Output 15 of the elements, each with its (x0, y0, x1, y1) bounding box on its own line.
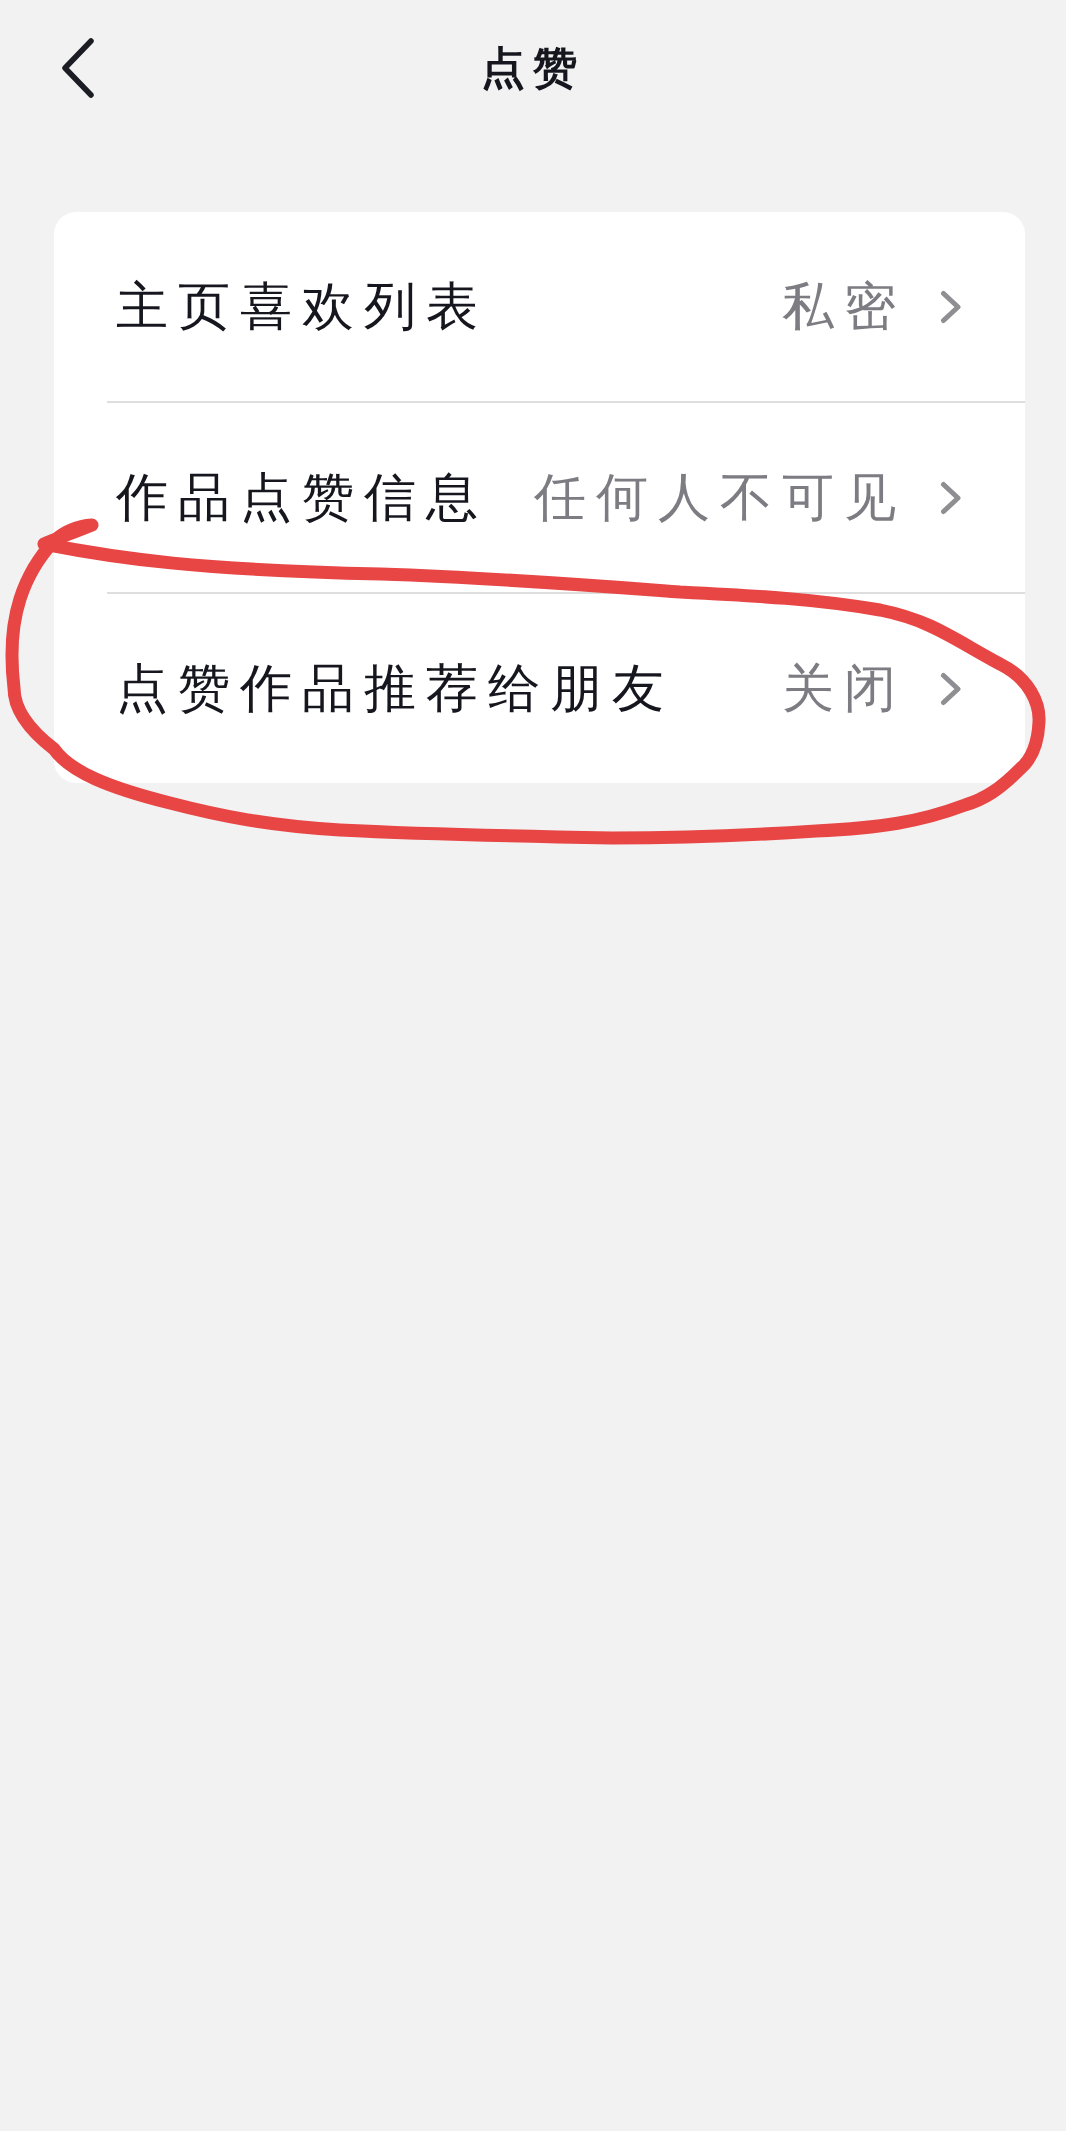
settings-row[interactable]: 作品点赞信息 任何人不可见 (54, 403, 1025, 592)
chevron-right-icon (940, 671, 962, 706)
setting-label: 作品点赞信息 (116, 466, 488, 529)
back-button[interactable] (61, 38, 95, 98)
chevron-right-icon (940, 480, 962, 515)
setting-value: 私密 (782, 275, 906, 338)
settings-row[interactable]: 主页喜欢列表 私密 (54, 212, 1025, 401)
setting-label: 点赞作品推荐给朋友 (116, 657, 674, 720)
setting-value: 关闭 (782, 657, 906, 720)
back-chevron-icon (61, 38, 95, 98)
setting-label: 主页喜欢列表 (116, 275, 488, 338)
setting-value: 任何人不可见 (534, 466, 906, 529)
settings-row[interactable]: 点赞作品推荐给朋友 关闭 (54, 594, 1025, 783)
page-title: 点赞 (481, 41, 585, 95)
chevron-right-icon (940, 289, 962, 324)
